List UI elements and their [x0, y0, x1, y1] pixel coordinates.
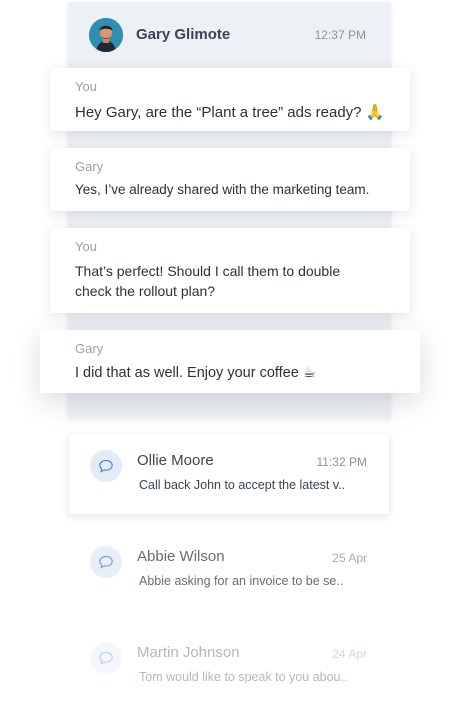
message-text: Yes, I’ve already shared with the market…: [75, 182, 370, 197]
chat-bubble-icon: [90, 642, 122, 674]
message-text: That’s perfect! Should I call them to do…: [75, 263, 341, 299]
conversation-name: Ollie Moore: [137, 452, 214, 469]
conversation-time: 25 Apr: [332, 551, 367, 565]
message-bubble: You Hey Gary, are the “Plant a tree” ads…: [50, 68, 410, 131]
thread-time: 12:37 PM: [314, 28, 366, 42]
conversation-preview: Abbie asking for an invoice to be se..: [139, 574, 344, 588]
conversation-preview: Tom would like to speak to you abou..: [139, 670, 348, 684]
message-sender: Gary: [75, 159, 104, 174]
avatar: [89, 18, 123, 52]
conversation-name: Abbie Wilson: [137, 548, 225, 565]
chat-bubble-icon: [90, 546, 122, 578]
conversation-name: Martin Johnson: [137, 644, 240, 661]
conversation-time: 11:32 PM: [316, 455, 367, 469]
message-bubble: Gary Yes, I’ve already shared with the m…: [50, 148, 410, 211]
thread-header[interactable]: Gary Glimote 12:37 PM: [68, 2, 391, 68]
contact-name: Gary Glimote: [136, 26, 231, 43]
conversation-item-ollie-moore[interactable]: Ollie Moore 11:32 PM Call back John to a…: [69, 434, 389, 514]
conversation-time: 24 Apr: [332, 647, 367, 661]
message-sender: You: [75, 79, 97, 94]
message-bubble: You That’s perfect! Should I call them t…: [50, 228, 410, 313]
chat-bubble-icon: [90, 450, 122, 482]
message-text: I did that as well. Enjoy your coffee ☕: [75, 365, 316, 381]
conversation-item-martin-johnson[interactable]: Martin Johnson 24 Apr Tom would like to …: [69, 626, 389, 706]
message-text: Hey Gary, are the “Plant a tree” ads rea…: [75, 104, 385, 121]
conversation-item-abbie-wilson[interactable]: Abbie Wilson 25 Apr Abbie asking for an …: [69, 530, 389, 610]
message-sender: You: [75, 239, 97, 254]
message-sender: Gary: [75, 341, 104, 356]
message-bubble: Gary I did that as well. Enjoy your coff…: [40, 330, 420, 393]
conversation-preview: Call back John to accept the latest v..: [139, 478, 346, 492]
